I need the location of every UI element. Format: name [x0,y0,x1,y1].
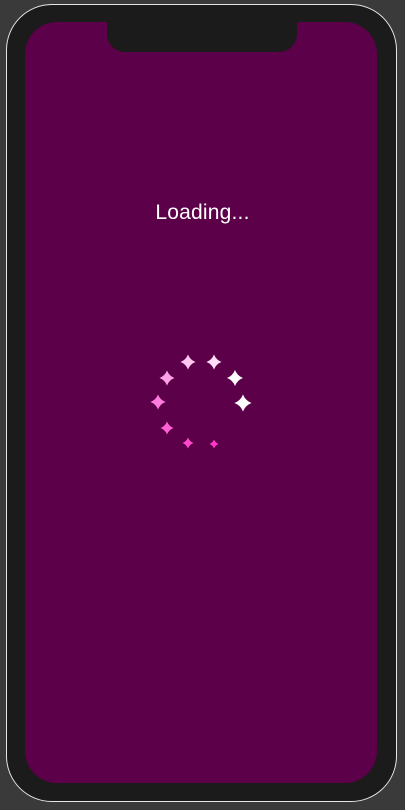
device-notch [107,22,297,52]
loading-label: Loading... [155,201,250,224]
app-screen [25,22,377,783]
